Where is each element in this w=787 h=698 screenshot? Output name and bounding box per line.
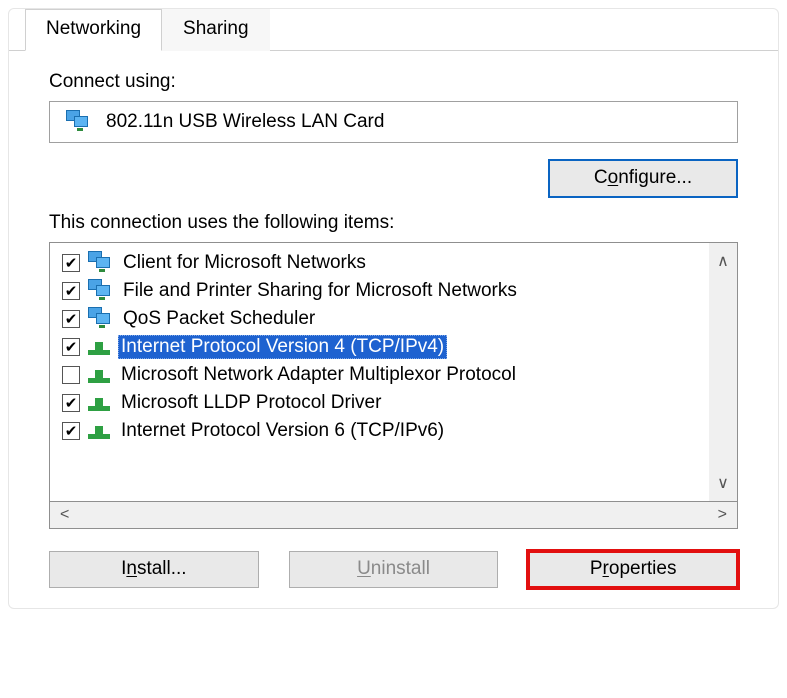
properties-button[interactable]: Properties: [528, 551, 738, 588]
tab-sharing[interactable]: Sharing: [162, 9, 270, 51]
monitors-icon: [86, 307, 114, 331]
list-item[interactable]: Microsoft LLDP Protocol Driver: [58, 389, 709, 417]
list-item-label: Client for Microsoft Networks: [120, 251, 369, 275]
scroll-left-icon[interactable]: <: [60, 506, 69, 524]
network-adapter-icon: [64, 110, 92, 134]
list-item[interactable]: File and Printer Sharing for Microsoft N…: [58, 277, 709, 305]
list-item-label: Microsoft Network Adapter Multiplexor Pr…: [118, 363, 519, 387]
monitors-icon: [86, 279, 114, 303]
connect-using-label: Connect using:: [49, 71, 738, 93]
scroll-right-icon[interactable]: >: [718, 506, 727, 524]
checkbox[interactable]: [62, 310, 80, 328]
adapter-name: 802.11n USB Wireless LAN Card: [106, 111, 384, 133]
uninstall-button: Uninstall: [289, 551, 499, 588]
scroll-down-icon[interactable]: ∨: [717, 473, 729, 493]
items-label: This connection uses the following items…: [49, 212, 738, 234]
list-item[interactable]: Internet Protocol Version 4 (TCP/IPv4): [58, 333, 709, 361]
list-item[interactable]: QoS Packet Scheduler: [58, 305, 709, 333]
tab-networking[interactable]: Networking: [25, 9, 162, 51]
network-properties-dialog: Networking Sharing Connect using: 802.11…: [8, 8, 779, 609]
horizontal-scrollbar[interactable]: < >: [49, 501, 738, 529]
adapter-field: 802.11n USB Wireless LAN Card: [49, 101, 738, 143]
network-plug-icon: [86, 336, 112, 358]
list-item[interactable]: Microsoft Network Adapter Multiplexor Pr…: [58, 361, 709, 389]
checkbox[interactable]: [62, 394, 80, 412]
list-item-label: Internet Protocol Version 4 (TCP/IPv4): [118, 335, 447, 359]
checkbox[interactable]: [62, 422, 80, 440]
list-item-label: Internet Protocol Version 6 (TCP/IPv6): [118, 419, 447, 443]
network-plug-icon: [86, 420, 112, 442]
tab-strip: Networking Sharing: [9, 9, 778, 51]
list-item[interactable]: Internet Protocol Version 6 (TCP/IPv6): [58, 417, 709, 445]
scroll-up-icon[interactable]: ∧: [717, 251, 729, 271]
list-item[interactable]: Client for Microsoft Networks: [58, 249, 709, 277]
configure-button[interactable]: Configure...: [548, 159, 738, 198]
action-buttons: Install... Uninstall Properties: [49, 551, 738, 588]
checkbox[interactable]: [62, 282, 80, 300]
network-plug-icon: [86, 392, 112, 414]
vertical-scrollbar[interactable]: ∧ ∨: [709, 243, 737, 501]
tab-content: Connect using: 802.11n USB Wireless LAN …: [9, 51, 778, 588]
checkbox[interactable]: [62, 254, 80, 272]
list-item-label: File and Printer Sharing for Microsoft N…: [120, 279, 520, 303]
list-item-label: QoS Packet Scheduler: [120, 307, 318, 331]
network-plug-icon: [86, 364, 112, 386]
list-item-label: Microsoft LLDP Protocol Driver: [118, 391, 384, 415]
checkbox[interactable]: [62, 338, 80, 356]
monitors-icon: [86, 251, 114, 275]
items-listbox[interactable]: Client for Microsoft Networks File and Pr…: [49, 242, 738, 502]
checkbox[interactable]: [62, 366, 80, 384]
install-button[interactable]: Install...: [49, 551, 259, 588]
